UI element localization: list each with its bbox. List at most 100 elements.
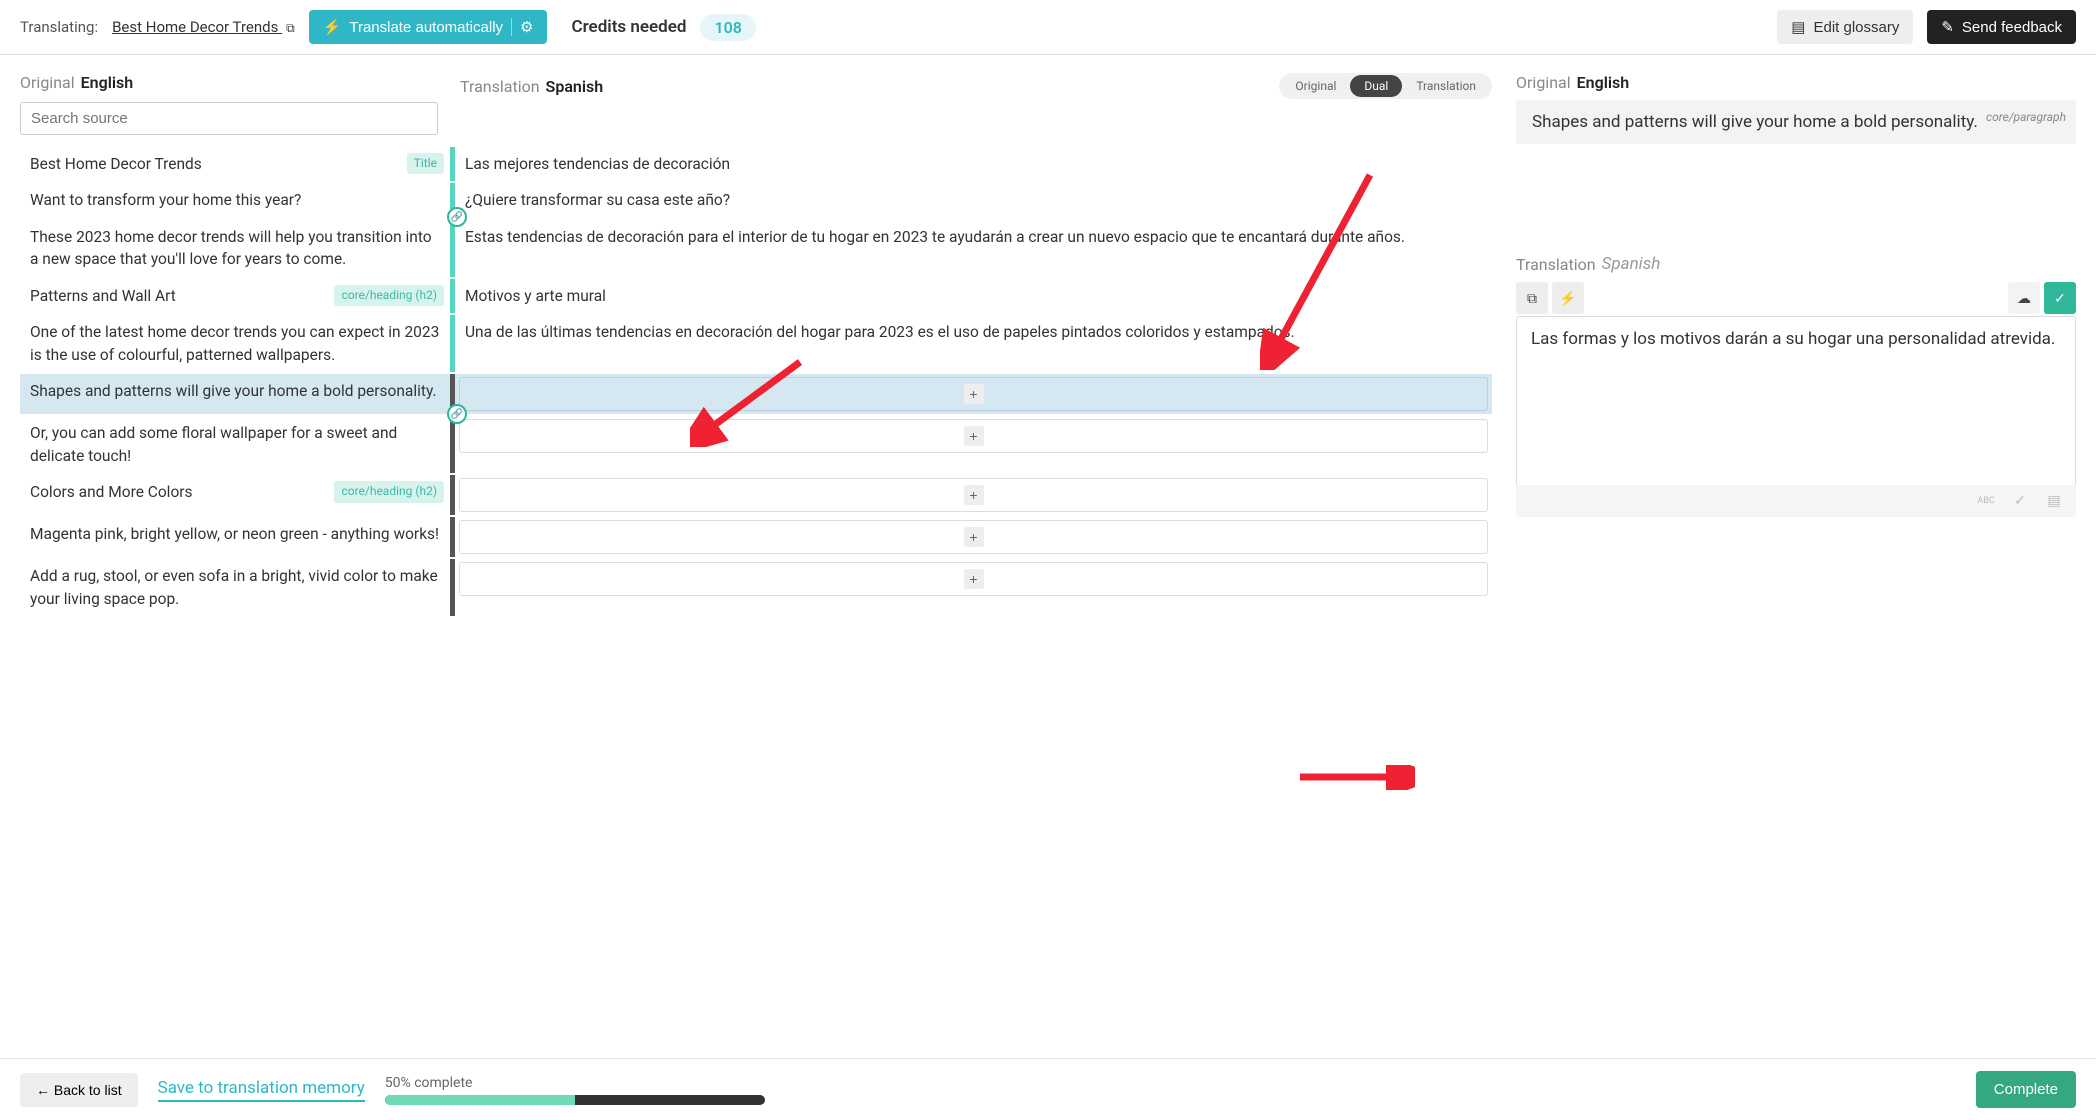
send-feedback-label: Send feedback	[1962, 19, 2062, 36]
segment-type-badge: Title	[407, 153, 444, 174]
translate-auto-label: Translate automatically	[349, 19, 503, 36]
segment-row[interactable]: Add a rug, stool, or even sofa in a brig…	[20, 559, 1492, 616]
add-translation-button[interactable]: +	[964, 527, 984, 547]
check-icon[interactable]: ✓	[2008, 491, 2032, 511]
back-to-list-button[interactable]: ← Back to list	[20, 1073, 138, 1107]
empty-target-box[interactable]: +	[459, 520, 1488, 554]
original-column-header: Original English	[20, 73, 460, 92]
glossary-icon: ▤	[1791, 18, 1805, 36]
view-toggle: Original Dual Translation	[1279, 73, 1492, 99]
gear-icon[interactable]: ⚙	[520, 18, 533, 36]
editor-original-label: Original	[1516, 73, 1571, 92]
translating-label: Translating:	[20, 18, 98, 36]
segment-row[interactable]: Want to transform your home this year?¿Q…	[20, 183, 1492, 217]
segment-target[interactable]: Una de las últimas tendencias en decorac…	[455, 315, 1492, 372]
segment-source[interactable]: Want to transform your home this year?	[20, 183, 450, 217]
segment-source[interactable]: Patterns and Wall Artcore/heading (h2)	[20, 279, 450, 313]
original-lang: English	[81, 73, 134, 92]
link-icon[interactable]: 🔗	[447, 404, 467, 424]
segment-target[interactable]: Las mejores tendencias de decoración	[455, 147, 1492, 181]
page-title-link[interactable]: Best Home Decor Trends ⧉	[112, 18, 295, 36]
editor-panel: Original English Shapes and patterns wil…	[1516, 73, 2076, 618]
edit-glossary-label: Edit glossary	[1813, 19, 1899, 36]
external-link-icon: ⧉	[286, 21, 295, 36]
view-translation-tab[interactable]: Translation	[1402, 75, 1490, 97]
page-title: Best Home Decor Trends	[112, 18, 278, 36]
main-layout: Original English Translation Spanish Ori…	[0, 55, 2096, 618]
original-type-badge: core/paragraph	[1986, 110, 2066, 124]
translation-column-header: Translation Spanish Original Dual Transl…	[460, 73, 1492, 99]
progress-fill	[385, 1095, 575, 1105]
search-input[interactable]	[20, 102, 438, 135]
original-text-box: Shapes and patterns will give your home …	[1516, 100, 2076, 144]
editor-footer: ABC ✓ ▤	[1516, 485, 2076, 517]
translation-toolbar: ⧉ ⚡ ☁ ✓	[1516, 282, 2076, 314]
segment-row[interactable]: Colors and More Colorscore/heading (h2) +	[20, 475, 1492, 515]
send-feedback-button[interactable]: ✎ Send feedback	[1927, 10, 2076, 44]
editor-translation-lang: Spanish	[1602, 254, 1661, 274]
translate-automatically-button[interactable]: ⚡ Translate automatically ⚙	[309, 10, 548, 44]
confirm-button[interactable]: ✓	[2044, 282, 2076, 314]
add-translation-button[interactable]: +	[964, 485, 984, 505]
empty-target-box[interactable]: +	[459, 562, 1488, 596]
link-icon[interactable]: 🔗	[447, 207, 467, 227]
empty-target-box[interactable]: +	[459, 377, 1488, 411]
segment-target[interactable]: +	[455, 416, 1492, 473]
glossary-inline-icon[interactable]: ▤	[2042, 491, 2066, 511]
original-text: Shapes and patterns will give your home …	[1532, 112, 1978, 132]
editor-translation-label: Translation	[1516, 255, 1596, 274]
segment-target[interactable]: Motivos y arte mural	[455, 279, 1492, 313]
save-to-memory-link[interactable]: Save to translation memory	[158, 1078, 365, 1102]
segment-source[interactable]: Or, you can add some floral wallpaper fo…	[20, 416, 450, 473]
segments-list: Best Home Decor TrendsTitleLas mejores t…	[20, 147, 1492, 616]
segment-row[interactable]: Best Home Decor TrendsTitleLas mejores t…	[20, 147, 1492, 181]
empty-target-box[interactable]: +	[459, 419, 1488, 453]
segment-row[interactable]: Or, you can add some floral wallpaper fo…	[20, 416, 1492, 473]
add-translation-button[interactable]: +	[964, 384, 984, 404]
progress-section: 50% complete	[385, 1075, 765, 1105]
annotation-arrow	[1295, 765, 1415, 790]
empty-target-box[interactable]: +	[459, 478, 1488, 512]
segment-source[interactable]: One of the latest home decor trends you …	[20, 315, 450, 372]
editor-translation-header: Translation Spanish	[1516, 254, 2076, 274]
segment-source[interactable]: These 2023 home decor trends will help y…	[20, 220, 450, 277]
translation-text: Las formas y los motivos darán a su hoga…	[1531, 329, 2055, 349]
segments-column: Original English Translation Spanish Ori…	[20, 73, 1492, 618]
translation-label: Translation	[460, 77, 540, 96]
view-original-tab[interactable]: Original	[1281, 75, 1350, 97]
progress-label: 50% complete	[385, 1075, 765, 1091]
segment-target[interactable]: +	[455, 475, 1492, 515]
segment-source[interactable]: Shapes and patterns will give your home …	[20, 374, 450, 414]
spellcheck-icon[interactable]: ABC	[1974, 491, 1998, 511]
credits-needed-label: Credits needed	[571, 17, 686, 37]
segment-target[interactable]: +	[455, 374, 1492, 414]
segment-target[interactable]: ¿Quiere transformar su casa este año?	[455, 183, 1492, 217]
segment-target[interactable]: +	[455, 559, 1492, 616]
segment-target[interactable]: Estas tendencias de decoración para el i…	[455, 220, 1492, 277]
auto-translate-button[interactable]: ⚡	[1552, 282, 1584, 314]
button-divider	[511, 18, 512, 36]
add-translation-button[interactable]: +	[964, 569, 984, 589]
complete-button[interactable]: Complete	[1976, 1071, 2076, 1108]
segment-type-badge: core/heading (h2)	[334, 481, 444, 502]
edit-glossary-button[interactable]: ▤ Edit glossary	[1777, 10, 1913, 44]
segment-source[interactable]: Magenta pink, bright yellow, or neon gre…	[20, 517, 450, 557]
translation-lang: Spanish	[546, 77, 604, 96]
segment-row[interactable]: Patterns and Wall Artcore/heading (h2)Mo…	[20, 279, 1492, 313]
segment-row[interactable]: Magenta pink, bright yellow, or neon gre…	[20, 517, 1492, 557]
copy-source-button[interactable]: ⧉	[1516, 282, 1548, 314]
segment-source[interactable]: Colors and More Colorscore/heading (h2)	[20, 475, 450, 515]
segment-row[interactable]: One of the latest home decor trends you …	[20, 315, 1492, 372]
segment-row[interactable]: Shapes and patterns will give your home …	[20, 374, 1492, 414]
cloud-button[interactable]: ☁	[2008, 282, 2040, 314]
editor-original-lang: English	[1577, 73, 1630, 92]
translation-editor[interactable]: Las formas y los motivos darán a su hoga…	[1516, 316, 2076, 486]
segment-target[interactable]: +	[455, 517, 1492, 557]
view-dual-tab[interactable]: Dual	[1350, 75, 1402, 97]
add-translation-button[interactable]: +	[964, 426, 984, 446]
segment-source[interactable]: Best Home Decor TrendsTitle	[20, 147, 450, 181]
progress-bar	[385, 1095, 765, 1105]
segment-source[interactable]: Add a rug, stool, or even sofa in a brig…	[20, 559, 450, 616]
original-label: Original	[20, 73, 75, 92]
segment-row[interactable]: These 2023 home decor trends will help y…	[20, 220, 1492, 277]
